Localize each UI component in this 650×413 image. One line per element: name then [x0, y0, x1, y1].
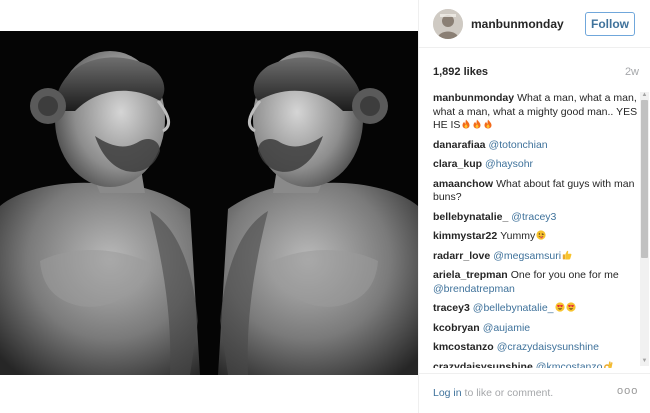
scroll-up-arrow-icon[interactable]: ▲: [641, 92, 648, 99]
comment-username[interactable]: kimmystar22: [433, 230, 497, 242]
comment-item: radarr_love @megsamsuri: [433, 250, 639, 264]
comment-username[interactable]: kmcostanzo: [433, 341, 494, 353]
comment-mention-link[interactable]: @crazydaisysunshine: [497, 341, 599, 353]
comment-username[interactable]: manbunmonday: [433, 92, 514, 104]
follow-button[interactable]: Follow: [585, 12, 635, 36]
comment-username[interactable]: ariela_trepman: [433, 269, 508, 281]
post-author-username[interactable]: manbunmonday: [471, 17, 564, 31]
post-footer: Log in to like or comment. ooo: [419, 373, 650, 413]
comments-list: manbunmonday What a man, what a man, what…: [433, 92, 639, 368]
tongue-out-face-icon: [536, 230, 546, 240]
comment-item: amaanchow What about fat guys with man bu…: [433, 178, 639, 205]
comment-mention-link[interactable]: @brendatrepman: [433, 283, 515, 295]
scroll-down-arrow-icon[interactable]: ▼: [641, 358, 648, 365]
comment-item: bellebynatalie_ @tracey3: [433, 211, 639, 225]
comment-username[interactable]: danarafiaa: [433, 139, 486, 151]
fire-icon: [483, 119, 493, 129]
comment-username[interactable]: kcobryan: [433, 322, 480, 334]
comment-mention-link[interactable]: @haysohr: [485, 158, 533, 170]
post-age[interactable]: 2w: [625, 66, 639, 78]
comment-mention-link[interactable]: @bellebynatalie_: [473, 302, 554, 314]
heart-eyes-face-icon: [565, 302, 576, 312]
comment-item: crazydaisysunshine @kmcostanzo: [433, 360, 639, 369]
comment-mention-link[interactable]: @megsamsuri: [493, 250, 561, 262]
photo-mirrored-men-image: [0, 31, 418, 375]
comment-item: manbunmonday What a man, what a man, what…: [433, 92, 639, 133]
comment-username[interactable]: crazydaisysunshine: [433, 361, 533, 369]
ok-hand-icon: [603, 360, 613, 368]
more-options-icon[interactable]: ooo: [617, 385, 638, 397]
comment-text: One for you one for me: [510, 269, 619, 281]
thumbs-up-icon: [562, 250, 572, 260]
comment-username[interactable]: clara_kup: [433, 158, 482, 170]
fire-icon: [472, 119, 482, 129]
login-prompt-rest: to like or comment.: [461, 387, 554, 399]
comment-item: tracey3 @bellebynatalie_: [433, 302, 639, 316]
comment-mention-link[interactable]: @kmcostanzo: [536, 361, 603, 369]
post-header: manbunmonday Follow: [419, 0, 650, 48]
comment-item: ariela_trepman One for you one for me @br…: [433, 269, 639, 296]
comment-item: kcobryan @aujamie: [433, 322, 639, 336]
likes-count[interactable]: 1,892 likes: [433, 66, 488, 78]
comment-mention-link[interactable]: @totonchian: [489, 139, 548, 151]
heart-eyes-face-icon: [554, 302, 565, 312]
fire-icon: [461, 119, 471, 129]
comment-username[interactable]: bellebynatalie_: [433, 211, 508, 223]
comment-item: kmcostanzo @crazydaisysunshine: [433, 341, 639, 355]
post-photo-area: [0, 0, 418, 413]
comment-username[interactable]: tracey3: [433, 302, 470, 314]
avatar[interactable]: [433, 9, 463, 39]
comments-scrollbar-thumb[interactable]: [641, 100, 648, 258]
avatar-image: [433, 9, 463, 39]
comment-mention-link[interactable]: @tracey3: [511, 211, 556, 223]
post-photo[interactable]: [0, 31, 418, 375]
login-prompt: Log in to like or comment.: [433, 387, 553, 399]
comment-text: Yummy: [500, 230, 536, 242]
post-sidebar: manbunmonday Follow 1,892 likes 2w manbu…: [418, 0, 650, 413]
comment-item: clara_kup @haysohr: [433, 158, 639, 172]
comment-username[interactable]: radarr_love: [433, 250, 490, 262]
comment-mention-link[interactable]: @aujamie: [483, 322, 530, 334]
comment-username[interactable]: amaanchow: [433, 178, 493, 190]
likes-row: 1,892 likes 2w: [433, 66, 639, 80]
comment-item: kimmystar22 Yummy: [433, 230, 639, 244]
login-link[interactable]: Log in: [433, 387, 462, 399]
comment-item: danarafiaa @totonchian: [433, 139, 639, 153]
